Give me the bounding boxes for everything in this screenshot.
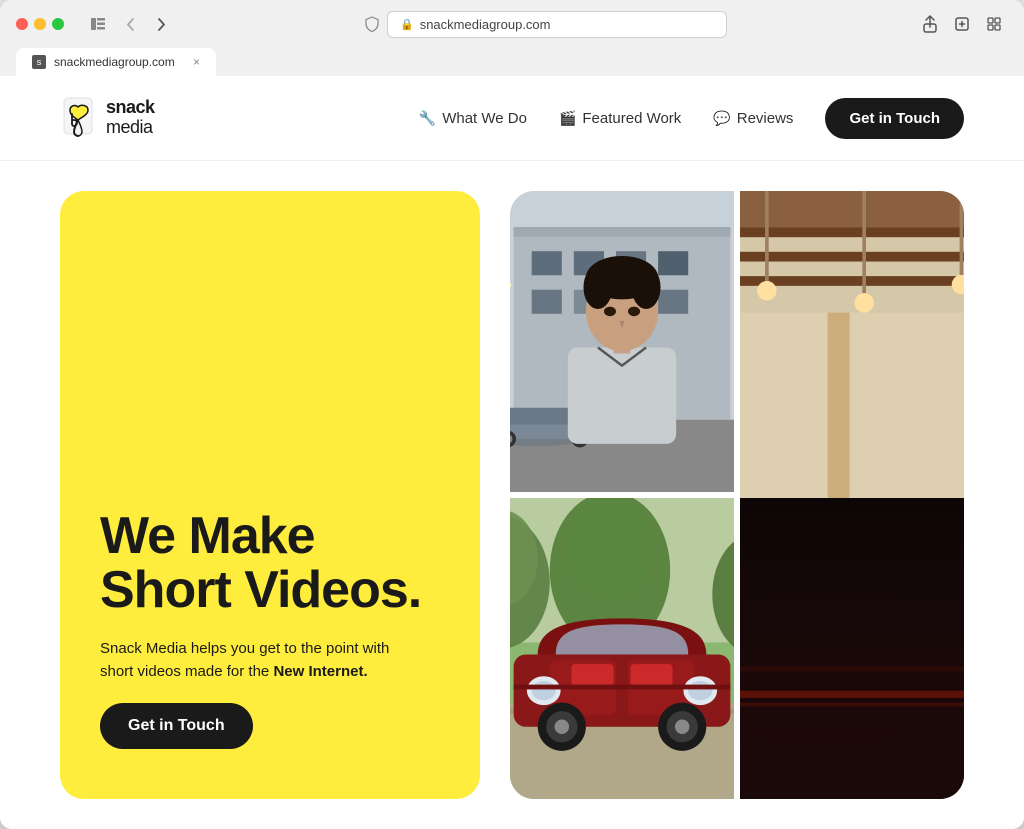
hero-image-person bbox=[510, 191, 734, 492]
new-tab-button[interactable] bbox=[948, 10, 976, 38]
hero-image-dark bbox=[740, 498, 964, 799]
browser-chrome: 🔒 snackmediagroup.com bbox=[0, 0, 1024, 76]
lock-icon: 🔒 bbox=[400, 18, 414, 31]
address-bar-container: 🔒 snackmediagroup.com bbox=[184, 11, 908, 38]
logo-media: media bbox=[106, 118, 155, 138]
browser-tab-bar: s snackmediagroup.com × bbox=[16, 48, 1008, 76]
share-button[interactable] bbox=[916, 10, 944, 38]
minimize-traffic-light[interactable] bbox=[34, 18, 46, 30]
traffic-lights bbox=[16, 18, 64, 30]
nav-featured-work[interactable]: 🎬 Featured Work bbox=[559, 110, 681, 127]
maximize-traffic-light[interactable] bbox=[52, 18, 64, 30]
back-button[interactable] bbox=[116, 10, 144, 38]
tools-icon: 🔧 bbox=[419, 110, 436, 127]
website-content: snack media 🔧 What We Do 🎬 Featured Work… bbox=[0, 76, 1024, 829]
nav-reviews[interactable]: 💬 Reviews bbox=[713, 110, 793, 127]
hero-description-bold: New Internet. bbox=[273, 663, 367, 680]
nav-what-we-do-label: What We Do bbox=[442, 110, 527, 127]
url-text: snackmediagroup.com bbox=[420, 17, 551, 32]
logo-icon bbox=[60, 96, 98, 140]
nav-reviews-label: Reviews bbox=[737, 110, 794, 127]
browser-window: 🔒 snackmediagroup.com bbox=[0, 0, 1024, 829]
tab-title: snackmediagroup.com bbox=[54, 55, 185, 69]
nav-featured-work-label: Featured Work bbox=[582, 110, 681, 127]
security-icon bbox=[365, 16, 379, 32]
nav-cta-button[interactable]: Get in Touch bbox=[825, 98, 964, 139]
sidebar-toggle-button[interactable] bbox=[84, 10, 112, 38]
address-bar[interactable]: 🔒 snackmediagroup.com bbox=[387, 11, 727, 38]
browser-actions bbox=[916, 10, 1008, 38]
hero-description: Snack Media helps you get to the point w… bbox=[100, 638, 400, 683]
forward-button[interactable] bbox=[148, 10, 176, 38]
logo-snack: snack bbox=[106, 98, 155, 118]
hero-left-card: We Make Short Videos. Snack Media helps … bbox=[60, 191, 480, 799]
close-traffic-light[interactable] bbox=[16, 18, 28, 30]
hero-section: We Make Short Videos. Snack Media helps … bbox=[0, 161, 1024, 829]
hero-image-grid bbox=[510, 191, 964, 799]
grid-button[interactable] bbox=[980, 10, 1008, 38]
tab-favicon: s bbox=[32, 55, 46, 69]
chat-icon: 💬 bbox=[713, 110, 730, 127]
tab-close-button[interactable]: × bbox=[193, 55, 200, 69]
browser-controls: 🔒 snackmediagroup.com bbox=[16, 10, 1008, 38]
logo-text: snack media bbox=[106, 98, 155, 138]
site-header: snack media 🔧 What We Do 🎬 Featured Work… bbox=[0, 76, 1024, 161]
film-icon: 🎬 bbox=[559, 110, 576, 127]
site-logo: snack media bbox=[60, 96, 155, 140]
nav-what-we-do[interactable]: 🔧 What We Do bbox=[419, 110, 527, 127]
site-nav: 🔧 What We Do 🎬 Featured Work 💬 Reviews G… bbox=[419, 98, 964, 139]
browser-nav-buttons bbox=[84, 10, 176, 38]
hero-headline: We Make Short Videos. bbox=[100, 509, 440, 618]
hero-cta-button[interactable]: Get in Touch bbox=[100, 703, 253, 749]
hero-image-car bbox=[510, 498, 734, 799]
browser-tab-active[interactable]: s snackmediagroup.com × bbox=[16, 48, 216, 76]
